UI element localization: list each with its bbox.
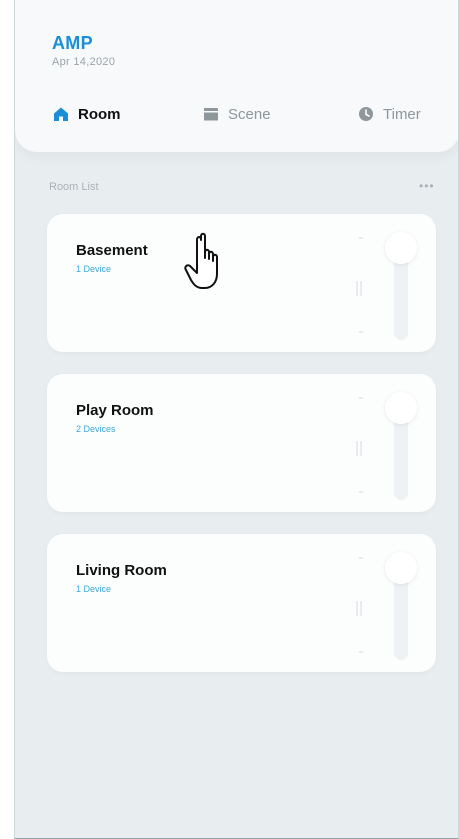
room-name: Living Room (76, 562, 167, 579)
tab-room-label: Room (78, 105, 121, 123)
slider-handle[interactable] (385, 552, 417, 584)
app-screen: AMP Apr 14,2020 Room Scene Timer Room Li… (14, 0, 459, 839)
tab-timer[interactable]: Timer (357, 104, 421, 124)
tab-timer-label: Timer (383, 105, 421, 123)
slider-ticks (356, 237, 363, 333)
more-icon[interactable]: ••• (419, 179, 435, 193)
app-header: AMP Apr 14,2020 Room Scene Timer (15, 0, 458, 152)
room-device-count: 1 Device (76, 584, 112, 594)
tab-scene-label: Scene (228, 105, 271, 123)
room-list-heading: Room List (49, 181, 99, 193)
slider-handle[interactable] (385, 392, 417, 424)
clock-icon (359, 107, 373, 121)
tab-scene[interactable]: Scene (202, 104, 271, 124)
app-name: AMP (52, 33, 93, 53)
room-device-count: 1 Device (76, 264, 112, 274)
room-name: Basement (76, 242, 148, 259)
slider-handle[interactable] (385, 232, 417, 264)
room-card-play-room[interactable]: Play Room 2 Devices (47, 374, 436, 512)
room-card-basement[interactable]: Basement 1 Device (47, 214, 436, 352)
slider-ticks (356, 397, 363, 493)
room-device-count: 2 Devices (76, 424, 116, 434)
room-name: Play Room (76, 402, 154, 419)
tab-room[interactable]: Room (52, 104, 121, 124)
slider-ticks (356, 557, 363, 653)
scene-icon (204, 108, 218, 121)
room-card-living-room[interactable]: Living Room 1 Device (47, 534, 436, 672)
app-date: Apr 14,2020 (52, 56, 116, 68)
home-icon (54, 107, 68, 121)
